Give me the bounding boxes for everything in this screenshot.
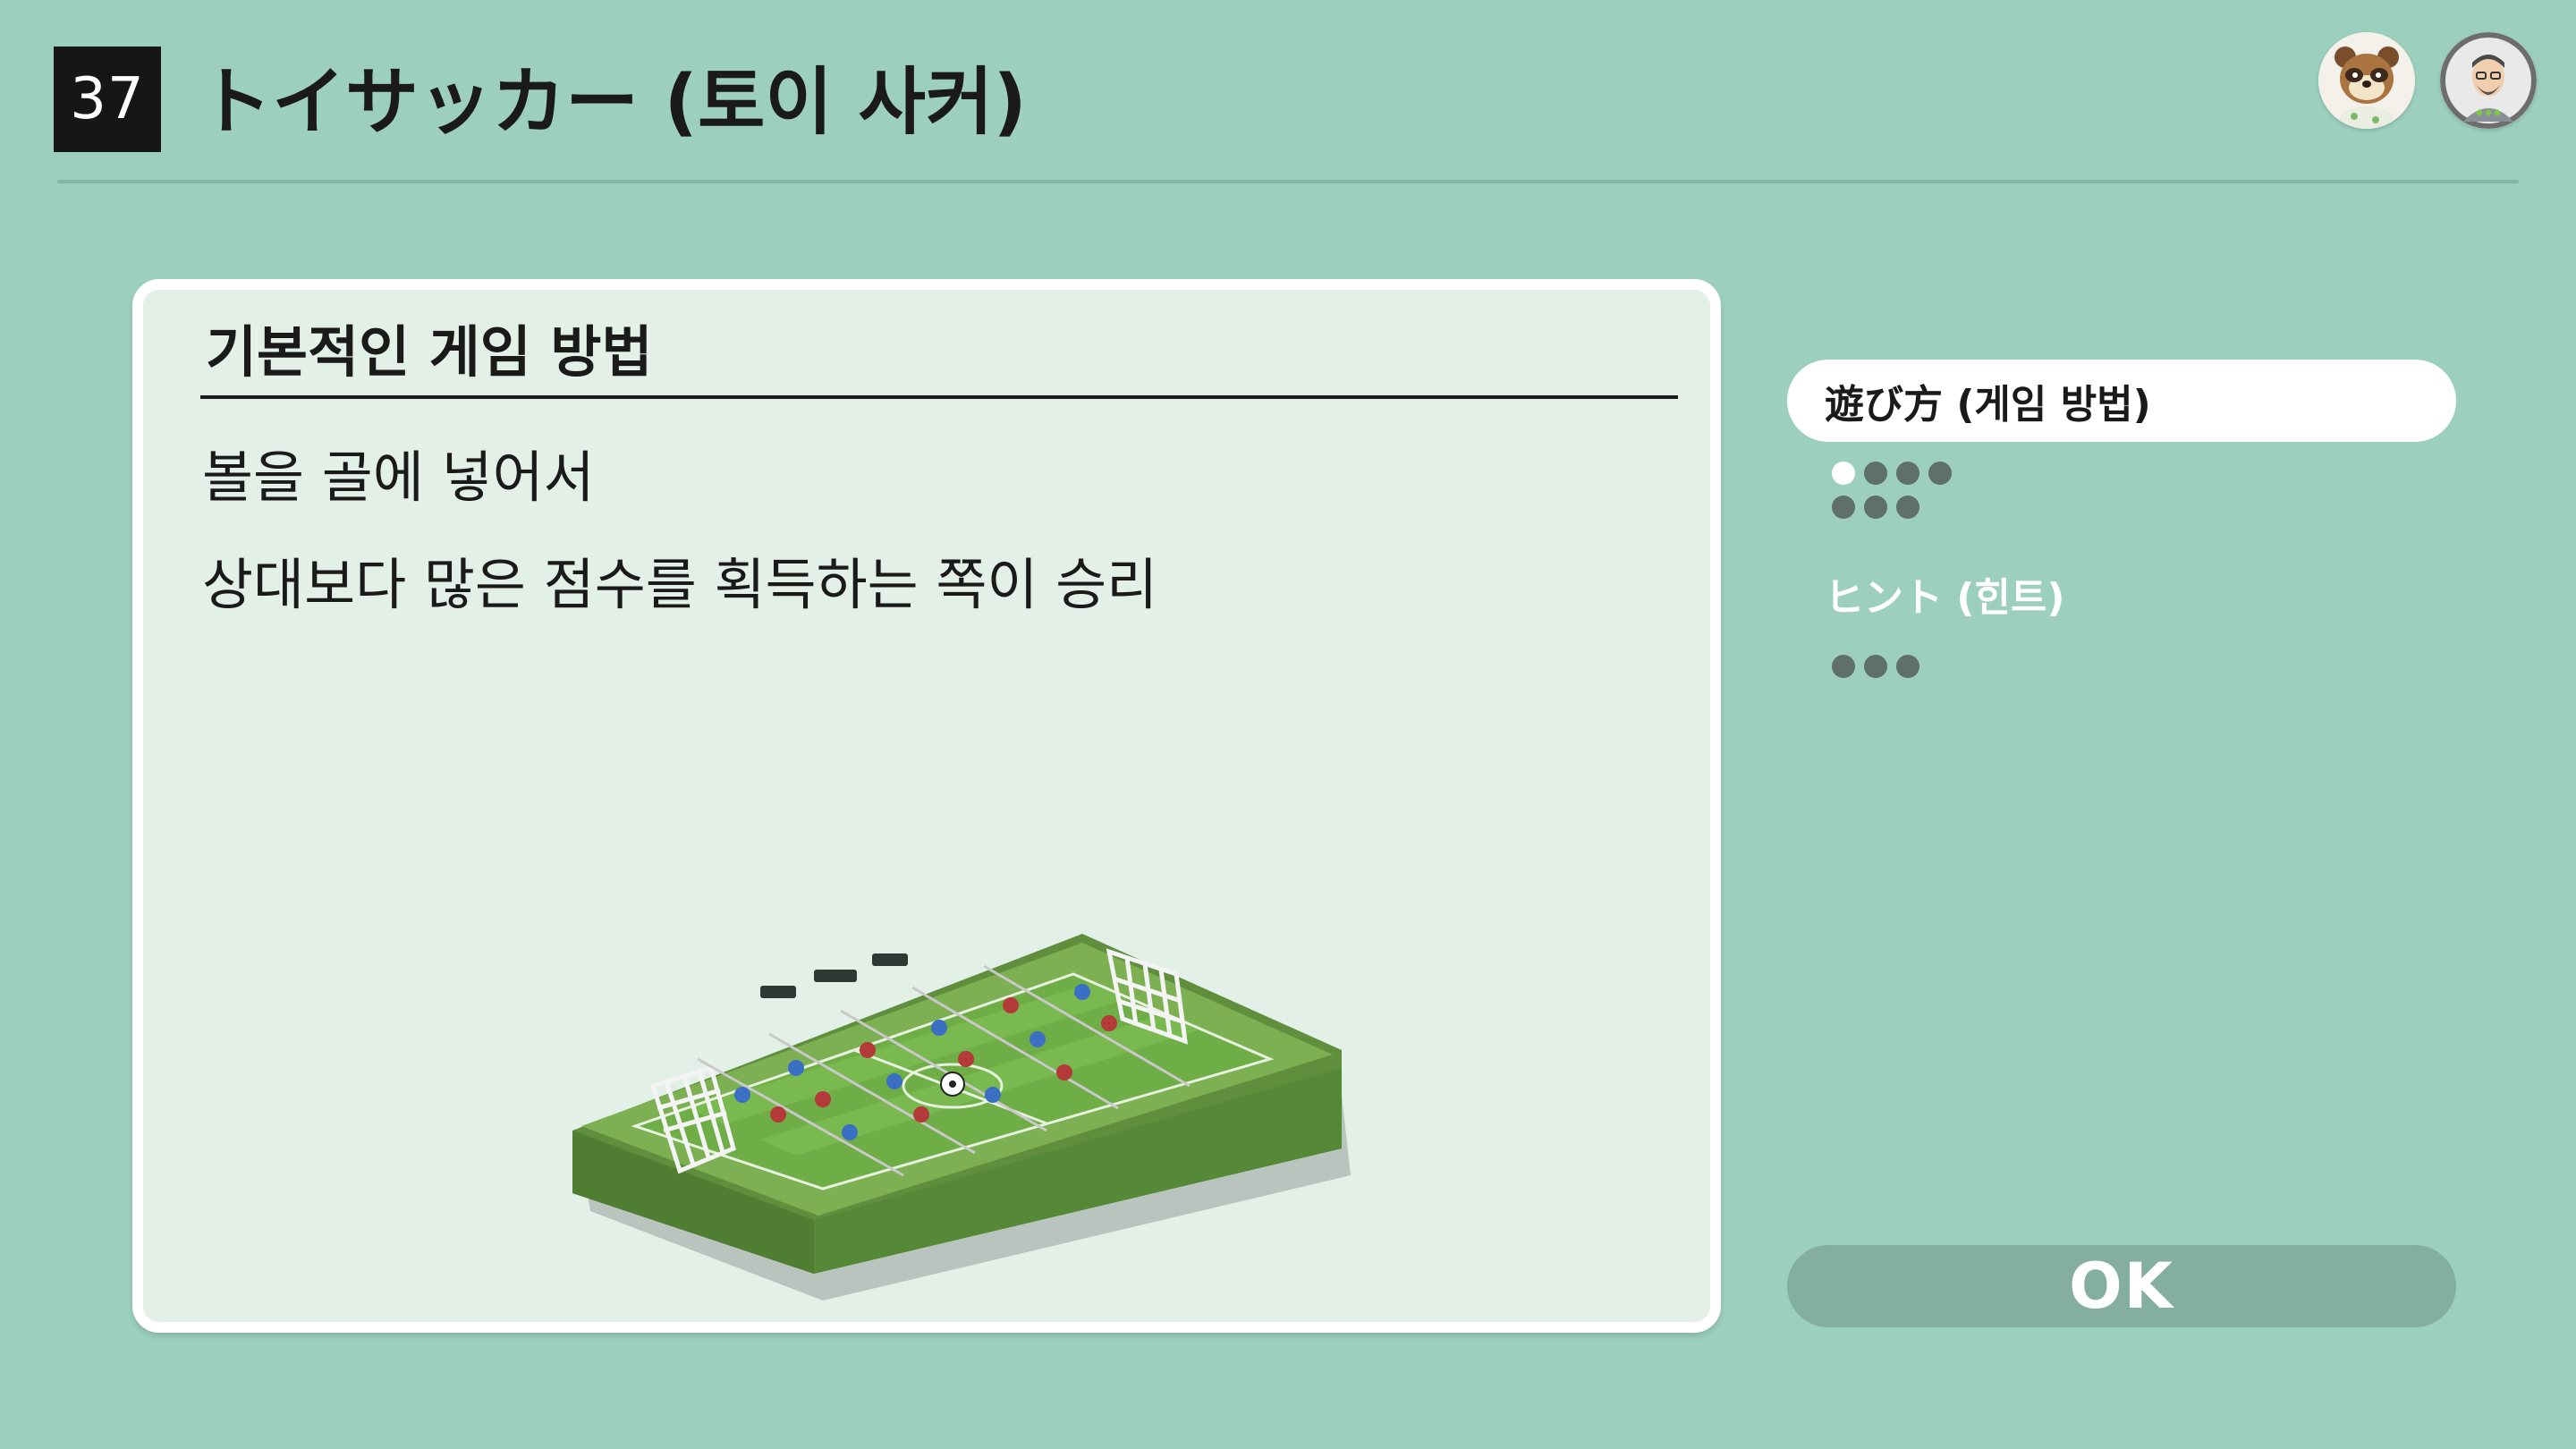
menu-item-hint[interactable]: ヒント (힌트): [1787, 553, 2456, 635]
section-title: 기본적인 게임 방법: [206, 319, 653, 385]
page-dot[interactable]: [1896, 462, 1919, 485]
rule-text-line: 볼을 골에 넣어서: [202, 445, 595, 510]
page-dot[interactable]: [1864, 462, 1887, 485]
header-divider: [57, 180, 2519, 183]
page-dot[interactable]: [1896, 496, 1919, 519]
player-mii-avatar-icon: [2440, 32, 2537, 129]
tanuki-character-avatar-icon: [2318, 32, 2415, 129]
ok-button[interactable]: OK: [1787, 1245, 2456, 1327]
page-dot[interactable]: [1832, 496, 1855, 519]
game-guide-screen: 37 トイサッカー (토이 사커) 기본적인 게임 방법 볼을 골에 넣어서 상…: [0, 0, 2576, 1449]
rule-text-line: 상대보다 많은 점수를 획득하는 쪽이 승리: [202, 552, 1158, 617]
page-dot[interactable]: [1832, 655, 1855, 678]
section-divider: [200, 395, 1678, 399]
page-dot[interactable]: [1864, 496, 1887, 519]
menu-item-label: 遊び方 (게임 방법): [1825, 382, 2151, 428]
page-dot[interactable]: [1928, 462, 1952, 485]
toy-soccer-table-illustration: [555, 880, 1377, 1301]
game-title: トイサッカー (토이 사커): [199, 60, 1027, 145]
hint-page-indicator: [1832, 655, 1919, 678]
page-dot[interactable]: [1896, 655, 1919, 678]
guide-card: 기본적인 게임 방법 볼을 골에 넣어서 상대보다 많은 점수를 획득하는 쪽이…: [132, 279, 1721, 1333]
menu-item-how-to-play[interactable]: 遊び方 (게임 방법): [1787, 360, 2456, 442]
page-dot[interactable]: [1832, 462, 1855, 485]
how-to-play-page-indicator: [1832, 462, 1952, 519]
page-dot[interactable]: [1864, 655, 1887, 678]
ok-button-label: OK: [2069, 1250, 2174, 1323]
menu-item-label: ヒント (힌트): [1825, 575, 2065, 621]
game-number-badge: 37: [54, 47, 161, 152]
